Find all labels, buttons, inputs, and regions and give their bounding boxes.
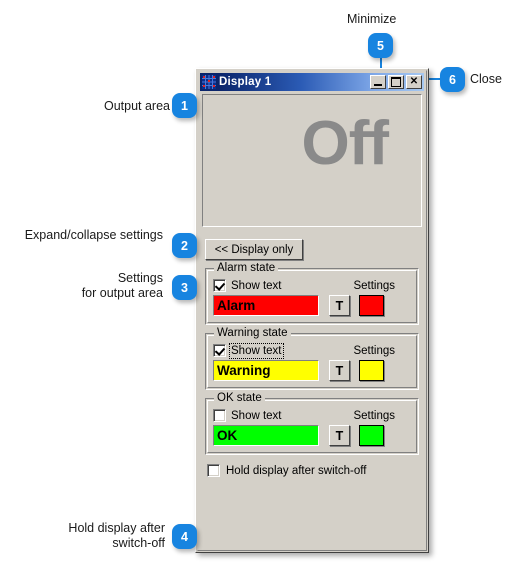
warning-font-button[interactable]: T bbox=[329, 360, 350, 381]
alarm-font-button[interactable]: T bbox=[329, 295, 350, 316]
callout-label-2: Expand/collapse settings bbox=[24, 228, 163, 242]
callout-label-3: Settings for output area bbox=[81, 271, 163, 300]
alarm-settings-label: Settings bbox=[353, 279, 395, 292]
close-icon[interactable]: ✕ bbox=[406, 75, 422, 89]
window-inner-frame: Display 1 ✕ Off << Display only Alarm st… bbox=[197, 70, 427, 551]
alarm-preview-field[interactable]: Alarm bbox=[213, 295, 319, 316]
callout-badge-4[interactable]: 4 bbox=[172, 524, 197, 549]
alarm-show-text-checkbox[interactable]: Show text bbox=[213, 279, 282, 292]
window-controls: ✕ bbox=[370, 75, 422, 89]
hold-display-label: Hold display after switch-off bbox=[226, 464, 367, 477]
warning-show-text-label: Show text bbox=[229, 342, 284, 359]
checkbox-box bbox=[213, 279, 226, 292]
callout-label-6: Close bbox=[470, 72, 502, 86]
checkbox-box bbox=[213, 344, 226, 357]
alarm-color-swatch[interactable] bbox=[359, 295, 384, 316]
group-ok-state: OK state Show text Settings OK T bbox=[205, 392, 419, 455]
callout-label-5: Minimize bbox=[347, 12, 397, 26]
output-area-text: Off bbox=[301, 109, 389, 178]
alarm-show-text-label: Show text bbox=[231, 279, 282, 292]
window-titlebar[interactable]: Display 1 ✕ bbox=[200, 73, 424, 91]
callout-badge-2[interactable]: 2 bbox=[172, 233, 197, 258]
maximize-icon[interactable] bbox=[388, 75, 404, 89]
warning-preview-field[interactable]: Warning bbox=[213, 360, 319, 381]
minimize-icon[interactable] bbox=[370, 75, 386, 89]
group-ok-state-title: OK state bbox=[214, 392, 265, 404]
ok-color-swatch[interactable] bbox=[359, 425, 384, 446]
group-alarm-state: Alarm state Show text Settings Alarm T bbox=[205, 262, 419, 325]
display-window: Display 1 ✕ Off << Display only Alarm st… bbox=[195, 68, 429, 553]
ok-show-text-checkbox[interactable]: Show text bbox=[213, 409, 282, 422]
ok-font-button[interactable]: T bbox=[329, 425, 350, 446]
callout-badge-5[interactable]: 5 bbox=[368, 33, 393, 58]
callout-label-1: Output area bbox=[103, 99, 170, 113]
callout-label-4: Hold display after switch-off bbox=[68, 521, 165, 550]
callout-badge-1[interactable]: 1 bbox=[172, 93, 197, 118]
output-area[interactable]: Off bbox=[202, 94, 422, 227]
checkbox-box bbox=[213, 409, 226, 422]
ok-settings-label: Settings bbox=[353, 409, 395, 422]
group-warning-state: Warning state Show text Settings Warning… bbox=[205, 327, 419, 390]
warning-color-swatch[interactable] bbox=[359, 360, 384, 381]
warning-show-text-checkbox[interactable]: Show text bbox=[213, 342, 284, 359]
group-alarm-state-title: Alarm state bbox=[214, 262, 279, 274]
window-title: Display 1 bbox=[219, 76, 272, 88]
display-only-button[interactable]: << Display only bbox=[205, 239, 303, 260]
callout-badge-6[interactable]: 6 bbox=[440, 67, 465, 92]
ok-preview-field[interactable]: OK bbox=[213, 425, 319, 446]
grid-icon bbox=[202, 75, 216, 89]
warning-settings-label: Settings bbox=[353, 344, 395, 357]
callout-badge-3[interactable]: 3 bbox=[172, 275, 197, 300]
hold-display-checkbox[interactable]: Hold display after switch-off bbox=[207, 464, 424, 477]
checkbox-box bbox=[207, 464, 220, 477]
ok-show-text-label: Show text bbox=[231, 409, 282, 422]
group-warning-state-title: Warning state bbox=[214, 327, 291, 339]
